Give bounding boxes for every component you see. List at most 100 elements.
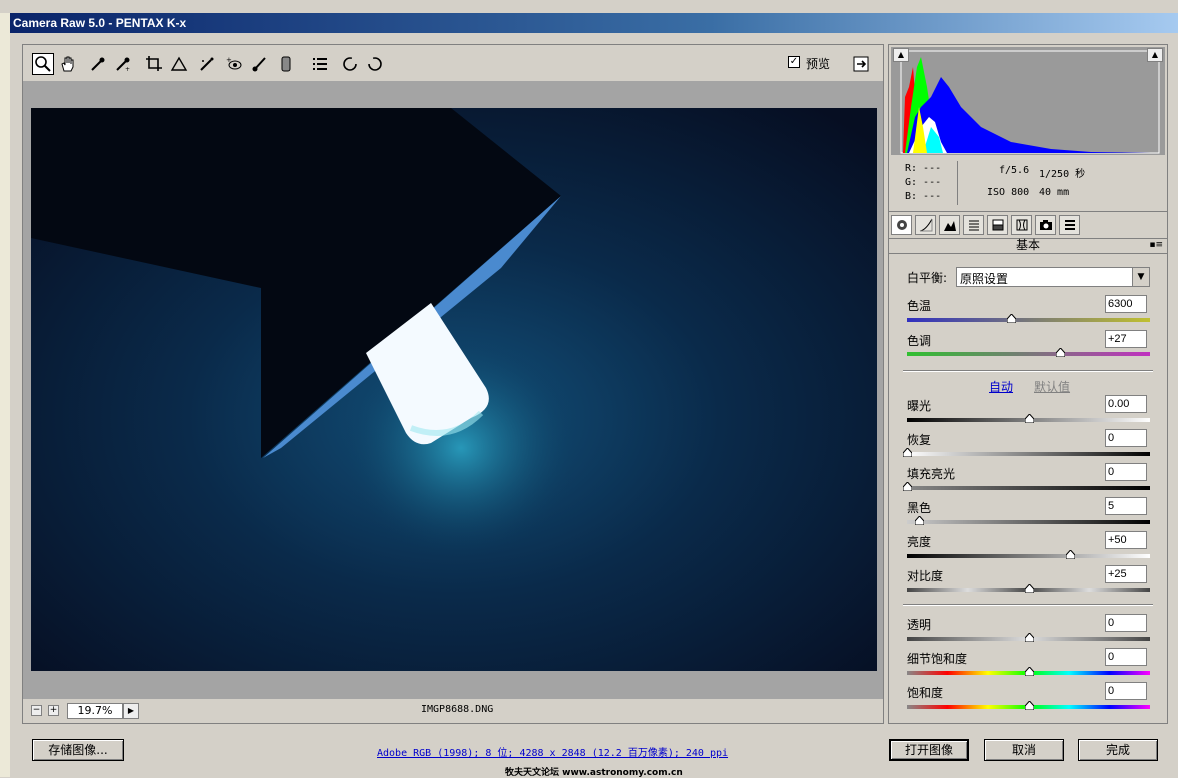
zoom-tool-icon[interactable] [32,53,54,75]
exposure-slider[interactable] [907,414,1150,423]
photo-preview[interactable] [31,108,877,671]
status-bar: − + 19.7% ▶ IMGP8688.DNG [23,699,883,723]
tint-label: 色调 [907,334,932,348]
tab-basic[interactable] [891,215,912,235]
fill-light-slider[interactable] [903,482,1150,491]
saturation-slider[interactable] [907,701,1150,710]
tab-presets[interactable] [1059,215,1080,235]
recovery-label: 恢复 [907,433,932,447]
panel-title: 基本 [889,237,1167,254]
red-eye-tool-icon[interactable]: + [223,53,245,75]
fill-light-field[interactable]: 0 [1105,463,1147,481]
exposure-label: 曝光 [907,399,932,413]
clarity-label: 透明 [907,618,932,632]
filename: IMGP8688.DNG [421,704,494,715]
contrast-field[interactable]: +25 [1105,565,1147,583]
exposure-field[interactable]: 0.00 [1105,395,1147,413]
zoom-level-field[interactable]: 19.7% [67,703,123,719]
temp-label: 色温 [907,299,932,313]
temp-field[interactable]: 6300 [1105,295,1147,313]
svg-text:+: + [125,66,130,73]
adjustment-brush-tool-icon[interactable] [249,53,271,75]
separator [903,604,1153,606]
blacks-label: 黑色 [907,501,932,515]
straighten-tool-icon[interactable] [168,53,190,75]
fill-light-label: 填充亮光 [907,467,956,481]
contrast-slider[interactable] [907,584,1150,593]
tint-field[interactable]: +27 [1105,330,1147,348]
saturation-field[interactable]: 0 [1105,682,1147,700]
panel-tabs [889,211,1167,239]
fill-light-knob [903,482,912,491]
auto-link[interactable]: 自动 [989,378,1013,395]
spot-removal-tool-icon[interactable] [196,53,218,75]
clarity-slider[interactable] [907,633,1150,642]
tint-knob [1056,348,1066,357]
iso: ISO 800 [987,187,1030,198]
color-sampler-tool-icon[interactable]: + [112,53,134,75]
preview-label: 预览 [806,57,831,71]
recovery-slider[interactable] [903,448,1150,457]
window-title: Camera Raw 5.0 - PENTAX K-x [10,13,1178,33]
graduated-filter-tool-icon[interactable] [275,53,297,75]
vibrance-knob [1024,667,1034,676]
done-button[interactable]: 完成 [1078,739,1158,761]
zoom-menu-arrow[interactable]: ▶ [123,703,139,719]
shadow-clipping-warning[interactable]: ▲ [893,48,909,62]
save-image-button[interactable]: 存储图像... [32,739,124,761]
preview-pane: + + ✓ 预览 − + 19.7% ▶ IMGP8688.DNG [22,44,884,724]
recovery-knob [903,448,912,457]
toolbar: + + ✓ 预览 [23,45,883,81]
recovery-field[interactable]: 0 [1105,429,1147,447]
svg-text:+: + [226,56,232,64]
shutter: 1/250 秒 [1039,169,1086,180]
zoom-out-button[interactable]: − [31,705,42,716]
tab-detail[interactable] [939,215,960,235]
tint-slider[interactable] [907,348,1150,357]
tab-tone-curve[interactable] [915,215,936,235]
clarity-knob [1024,633,1034,642]
highlight-clipping-warning[interactable]: ▲ [1147,48,1163,62]
open-image-button[interactable]: 打开图像 [889,739,969,761]
rotate-right-icon[interactable] [364,53,386,75]
white-balance-label: 白平衡: [907,271,948,285]
zoom-in-button[interactable]: + [48,705,59,716]
aperture: f/5.6 [999,165,1030,176]
brightness-slider[interactable] [907,550,1150,559]
blacks-field[interactable]: 5 [1105,497,1147,515]
temp-knob [1007,314,1017,323]
contrast-knob [1024,584,1034,593]
vibrance-label: 细节饱和度 [907,652,968,666]
rotate-left-icon[interactable] [339,53,361,75]
g-readout: G: --- [905,177,942,188]
image-preview-area [23,81,883,699]
default-link[interactable]: 默认值 [1034,378,1070,395]
white-balance-tool-icon[interactable] [87,53,109,75]
cancel-button[interactable]: 取消 [984,739,1064,761]
info-panel: R: --- G: --- B: --- f/5.6 1/250 秒 ISO 8… [889,155,1167,211]
crop-tool-icon[interactable] [143,53,165,75]
fullscreen-toggle-icon[interactable] [850,53,872,75]
brightness-field[interactable]: +50 [1105,531,1147,549]
workflow-options-link[interactable]: Adobe RGB (1998); 8 位; 4288 x 2848 (12.2… [377,744,728,759]
contrast-label: 对比度 [907,569,944,583]
exposure-knob [1024,414,1034,423]
vibrance-slider[interactable] [907,667,1150,676]
temp-slider[interactable] [907,314,1150,323]
blacks-slider[interactable] [907,516,1150,525]
tab-camera-calibration[interactable] [1035,215,1056,235]
tab-hsl[interactable] [963,215,984,235]
watermark: 牧夫天文论坛 www.astronomy.com.cn [505,768,683,778]
preferences-tool-icon[interactable] [309,53,331,75]
tab-lens-corrections[interactable] [1011,215,1032,235]
tab-split-toning[interactable] [987,215,1008,235]
clarity-field[interactable]: 0 [1105,614,1147,632]
panel-menu-icon[interactable]: ▪≡ [1149,240,1163,250]
chevron-down-icon: ▼ [1132,268,1149,286]
saturation-knob [1024,701,1034,710]
brightness-label: 亮度 [907,535,932,549]
preview-checkbox[interactable]: ✓ [788,56,800,68]
white-balance-dropdown[interactable]: 原照设置 ▼ [956,267,1150,287]
hand-tool-icon[interactable] [57,53,79,75]
vibrance-field[interactable]: 0 [1105,648,1147,666]
